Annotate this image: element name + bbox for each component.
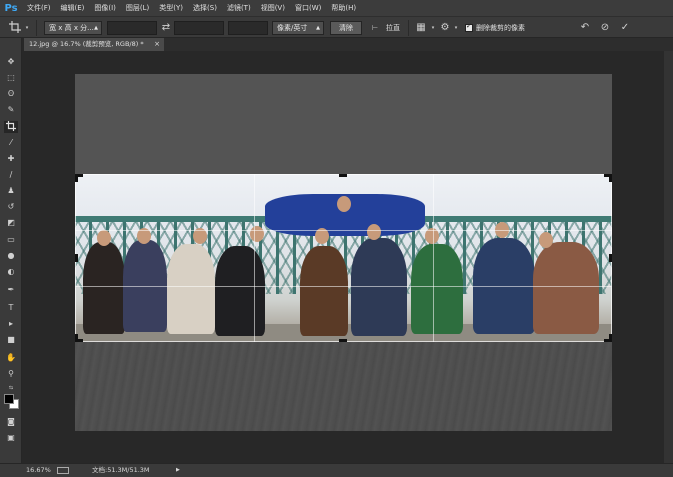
- zoom-level[interactable]: 16.67%: [26, 464, 51, 477]
- toolbox: ✥ ⬚ ʘ ✎ ⁄ ✚ ∕ ♟ ↺ ◩ ▭ ● ◐ ✒ T ▸ ■ ✋ ⚲ ⇆ …: [0, 38, 22, 463]
- resolution-unit-value: 像素/英寸: [277, 24, 308, 32]
- brush-tool-icon[interactable]: ∕: [4, 169, 18, 181]
- pen-tool-icon[interactable]: ✒: [4, 284, 18, 296]
- document-tab-title: 12.jpg @ 16.7% (裁剪预览, RGB/8) *: [29, 40, 144, 48]
- menu-help[interactable]: 帮助(H): [326, 0, 361, 16]
- crop-tool-preset-icon[interactable]: [8, 21, 22, 35]
- menu-bar: Ps 文件(F) 编辑(E) 图像(I) 图层(L) 类型(Y) 选择(S) 滤…: [0, 0, 673, 16]
- swap-colors-icon[interactable]: ⇆: [4, 382, 18, 394]
- width-input[interactable]: [107, 21, 157, 35]
- menu-image[interactable]: 图像(I): [89, 0, 121, 16]
- marquee-tool-icon[interactable]: ⬚: [4, 72, 18, 84]
- crop-box-border[interactable]: [75, 174, 612, 342]
- resolution-unit-dropdown[interactable]: 像素/英寸 ▲: [272, 21, 324, 35]
- clone-stamp-tool-icon[interactable]: ♟: [4, 185, 18, 197]
- dropdown-arrow-icon: ▲: [94, 25, 98, 31]
- status-bar: 16.67% 文档:51.3M/51.3M ▶: [0, 463, 673, 477]
- crop-tool-icon[interactable]: [4, 121, 18, 133]
- zoom-preview-icon[interactable]: [57, 467, 69, 474]
- photoshop-logo: Ps: [4, 2, 18, 14]
- settings-gear-icon[interactable]: ⚙: [438, 21, 452, 35]
- path-selection-tool-icon[interactable]: ▸: [4, 318, 18, 330]
- delete-cropped-checkbox[interactable]: [465, 22, 473, 32]
- dodge-tool-icon[interactable]: ◐: [4, 266, 18, 278]
- document-info: 文档:51.3M/51.3M: [92, 466, 150, 474]
- crop-handle-bottom[interactable]: [339, 339, 347, 342]
- menu-layer[interactable]: 图层(L): [121, 0, 154, 16]
- options-bar: ▾ 宽 x 高 x 分... ▲ ⇄ 像素/英寸 ▲ 清除 ⊢ 拉直 ▦ ▾ ⚙ ▾…: [0, 16, 673, 38]
- document-tab-bar: 12.jpg @ 16.7% (裁剪预览, RGB/8) * ×: [24, 38, 673, 51]
- quick-selection-tool-icon[interactable]: ✎: [4, 104, 18, 116]
- crop-handle-bottom-right[interactable]: [609, 334, 612, 342]
- menu-edit[interactable]: 编辑(E): [56, 0, 90, 16]
- menu-window[interactable]: 窗口(W): [290, 0, 326, 16]
- blur-tool-icon[interactable]: ●: [4, 250, 18, 262]
- close-tab-icon[interactable]: ×: [154, 38, 160, 51]
- hand-tool-icon[interactable]: ✋: [4, 352, 18, 364]
- zoom-tool-icon[interactable]: ⚲: [4, 368, 18, 380]
- lasso-tool-icon[interactable]: ʘ: [4, 88, 18, 100]
- tool-preset-chevron-icon[interactable]: ▾: [23, 21, 31, 35]
- straighten-icon[interactable]: ⊢: [368, 21, 382, 35]
- overlay-grid-icon[interactable]: ▦: [414, 21, 428, 35]
- crop-handle-bottom-left[interactable]: [75, 334, 78, 342]
- commit-crop-icon[interactable]: ✓: [618, 21, 632, 35]
- foreground-color-swatch[interactable]: [4, 394, 14, 404]
- screen-mode-icon[interactable]: ▣: [4, 432, 18, 444]
- delete-cropped-label[interactable]: 删除裁剪的像素: [476, 21, 525, 35]
- crop-shield-bottom: [75, 342, 612, 431]
- vertical-scrollbar[interactable]: [664, 51, 673, 463]
- reset-undo-icon[interactable]: ↶: [578, 21, 592, 35]
- crop-handle-left[interactable]: [75, 254, 78, 262]
- gradient-tool-icon[interactable]: ▭: [4, 234, 18, 246]
- menu-view[interactable]: 视图(V): [256, 0, 290, 16]
- quick-mask-icon[interactable]: ◙: [4, 416, 18, 428]
- eraser-tool-icon[interactable]: ◩: [4, 217, 18, 229]
- crop-handle-right[interactable]: [609, 254, 612, 262]
- overlay-chevron-icon[interactable]: ▾: [430, 21, 436, 35]
- clear-button[interactable]: 清除: [330, 21, 362, 35]
- rectangle-tool-icon[interactable]: ■: [4, 334, 18, 346]
- healing-brush-tool-icon[interactable]: ✚: [4, 153, 18, 165]
- crop-ratio-value: 宽 x 高 x 分...: [49, 24, 94, 32]
- menu-filter[interactable]: 滤镜(T): [222, 0, 256, 16]
- crop-ratio-dropdown[interactable]: 宽 x 高 x 分... ▲: [44, 21, 102, 35]
- eyedropper-tool-icon[interactable]: ⁄: [4, 137, 18, 149]
- menu-type[interactable]: 类型(Y): [154, 0, 188, 16]
- dropdown-arrow-icon: ▲: [316, 25, 320, 31]
- status-menu-arrow-icon[interactable]: ▶: [176, 464, 180, 477]
- resolution-input[interactable]: [228, 21, 268, 35]
- height-input[interactable]: [174, 21, 224, 35]
- cancel-crop-icon[interactable]: ⊘: [598, 21, 612, 35]
- history-brush-tool-icon[interactable]: ↺: [4, 201, 18, 213]
- crop-handle-top-right[interactable]: [609, 174, 612, 182]
- document-tab[interactable]: 12.jpg @ 16.7% (裁剪预览, RGB/8) * ×: [24, 38, 164, 51]
- move-tool-icon[interactable]: ✥: [4, 56, 18, 68]
- settings-chevron-icon[interactable]: ▾: [453, 21, 459, 35]
- type-tool-icon[interactable]: T: [4, 302, 18, 314]
- menu-select[interactable]: 选择(S): [188, 0, 222, 16]
- menu-file[interactable]: 文件(F): [22, 0, 56, 16]
- crop-handle-top-left[interactable]: [75, 174, 78, 182]
- crop-handle-top[interactable]: [339, 174, 347, 177]
- swap-icon[interactable]: ⇄: [160, 21, 172, 35]
- straighten-label[interactable]: 拉直: [386, 21, 400, 35]
